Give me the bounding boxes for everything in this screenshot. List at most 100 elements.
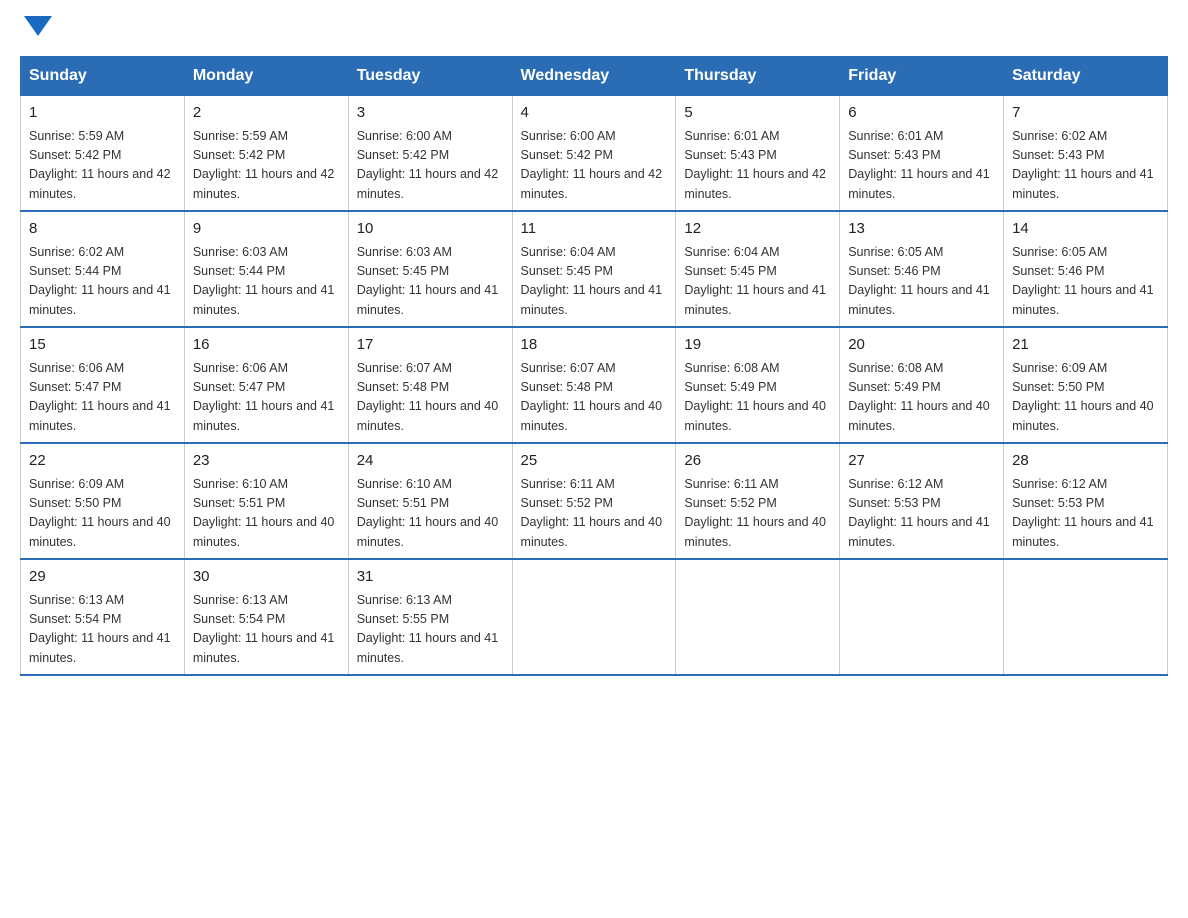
day-cell: 29Sunrise: 6:13 AMSunset: 5:54 PMDayligh…: [21, 559, 185, 675]
day-cell: 19Sunrise: 6:08 AMSunset: 5:49 PMDayligh…: [676, 327, 840, 443]
day-number: 7: [1012, 102, 1159, 125]
day-info: Sunrise: 6:13 AMSunset: 5:54 PMDaylight:…: [29, 591, 176, 669]
day-info: Sunrise: 6:12 AMSunset: 5:53 PMDaylight:…: [848, 475, 995, 553]
day-cell: 25Sunrise: 6:11 AMSunset: 5:52 PMDayligh…: [512, 443, 676, 559]
logo-triangle-icon: [24, 16, 52, 36]
day-info: Sunrise: 6:01 AMSunset: 5:43 PMDaylight:…: [684, 127, 831, 205]
day-info: Sunrise: 6:07 AMSunset: 5:48 PMDaylight:…: [357, 359, 504, 437]
day-cell: 27Sunrise: 6:12 AMSunset: 5:53 PMDayligh…: [840, 443, 1004, 559]
day-cell: 16Sunrise: 6:06 AMSunset: 5:47 PMDayligh…: [184, 327, 348, 443]
header-monday: Monday: [184, 57, 348, 96]
day-number: 16: [193, 334, 340, 357]
day-cell: [1004, 559, 1168, 675]
day-cell: 4Sunrise: 6:00 AMSunset: 5:42 PMDaylight…: [512, 96, 676, 212]
day-info: Sunrise: 6:06 AMSunset: 5:47 PMDaylight:…: [193, 359, 340, 437]
day-number: 23: [193, 450, 340, 473]
day-info: Sunrise: 5:59 AMSunset: 5:42 PMDaylight:…: [193, 127, 340, 205]
day-info: Sunrise: 6:09 AMSunset: 5:50 PMDaylight:…: [1012, 359, 1159, 437]
header-friday: Friday: [840, 57, 1004, 96]
day-cell: 6Sunrise: 6:01 AMSunset: 5:43 PMDaylight…: [840, 96, 1004, 212]
day-info: Sunrise: 6:08 AMSunset: 5:49 PMDaylight:…: [848, 359, 995, 437]
day-number: 31: [357, 566, 504, 589]
week-row-4: 22Sunrise: 6:09 AMSunset: 5:50 PMDayligh…: [21, 443, 1168, 559]
day-info: Sunrise: 6:11 AMSunset: 5:52 PMDaylight:…: [684, 475, 831, 553]
day-number: 11: [521, 218, 668, 241]
day-info: Sunrise: 6:06 AMSunset: 5:47 PMDaylight:…: [29, 359, 176, 437]
day-cell: 14Sunrise: 6:05 AMSunset: 5:46 PMDayligh…: [1004, 211, 1168, 327]
day-info: Sunrise: 6:09 AMSunset: 5:50 PMDaylight:…: [29, 475, 176, 553]
calendar-table: SundayMondayTuesdayWednesdayThursdayFrid…: [20, 56, 1168, 676]
day-info: Sunrise: 6:10 AMSunset: 5:51 PMDaylight:…: [357, 475, 504, 553]
day-number: 30: [193, 566, 340, 589]
day-info: Sunrise: 6:08 AMSunset: 5:49 PMDaylight:…: [684, 359, 831, 437]
week-row-1: 1Sunrise: 5:59 AMSunset: 5:42 PMDaylight…: [21, 96, 1168, 212]
day-number: 5: [684, 102, 831, 125]
day-cell: 22Sunrise: 6:09 AMSunset: 5:50 PMDayligh…: [21, 443, 185, 559]
day-number: 15: [29, 334, 176, 357]
day-info: Sunrise: 6:02 AMSunset: 5:44 PMDaylight:…: [29, 243, 176, 321]
day-number: 24: [357, 450, 504, 473]
day-info: Sunrise: 6:13 AMSunset: 5:54 PMDaylight:…: [193, 591, 340, 669]
day-cell: [512, 559, 676, 675]
day-cell: 3Sunrise: 6:00 AMSunset: 5:42 PMDaylight…: [348, 96, 512, 212]
day-number: 10: [357, 218, 504, 241]
week-row-3: 15Sunrise: 6:06 AMSunset: 5:47 PMDayligh…: [21, 327, 1168, 443]
day-info: Sunrise: 6:02 AMSunset: 5:43 PMDaylight:…: [1012, 127, 1159, 205]
day-info: Sunrise: 6:05 AMSunset: 5:46 PMDaylight:…: [1012, 243, 1159, 321]
day-cell: 10Sunrise: 6:03 AMSunset: 5:45 PMDayligh…: [348, 211, 512, 327]
day-info: Sunrise: 6:04 AMSunset: 5:45 PMDaylight:…: [684, 243, 831, 321]
header-saturday: Saturday: [1004, 57, 1168, 96]
day-number: 21: [1012, 334, 1159, 357]
week-row-5: 29Sunrise: 6:13 AMSunset: 5:54 PMDayligh…: [21, 559, 1168, 675]
day-info: Sunrise: 6:01 AMSunset: 5:43 PMDaylight:…: [848, 127, 995, 205]
day-number: 27: [848, 450, 995, 473]
day-info: Sunrise: 6:12 AMSunset: 5:53 PMDaylight:…: [1012, 475, 1159, 553]
header-sunday: Sunday: [21, 57, 185, 96]
header-wednesday: Wednesday: [512, 57, 676, 96]
day-info: Sunrise: 6:00 AMSunset: 5:42 PMDaylight:…: [521, 127, 668, 205]
day-info: Sunrise: 6:10 AMSunset: 5:51 PMDaylight:…: [193, 475, 340, 553]
day-cell: 24Sunrise: 6:10 AMSunset: 5:51 PMDayligh…: [348, 443, 512, 559]
day-cell: 12Sunrise: 6:04 AMSunset: 5:45 PMDayligh…: [676, 211, 840, 327]
day-number: 28: [1012, 450, 1159, 473]
header-row: SundayMondayTuesdayWednesdayThursdayFrid…: [21, 57, 1168, 96]
day-number: 8: [29, 218, 176, 241]
day-cell: 28Sunrise: 6:12 AMSunset: 5:53 PMDayligh…: [1004, 443, 1168, 559]
day-cell: [840, 559, 1004, 675]
day-number: 14: [1012, 218, 1159, 241]
day-number: 13: [848, 218, 995, 241]
day-info: Sunrise: 6:13 AMSunset: 5:55 PMDaylight:…: [357, 591, 504, 669]
day-cell: 30Sunrise: 6:13 AMSunset: 5:54 PMDayligh…: [184, 559, 348, 675]
day-number: 1: [29, 102, 176, 125]
day-cell: 5Sunrise: 6:01 AMSunset: 5:43 PMDaylight…: [676, 96, 840, 212]
day-info: Sunrise: 6:11 AMSunset: 5:52 PMDaylight:…: [521, 475, 668, 553]
day-number: 4: [521, 102, 668, 125]
day-number: 18: [521, 334, 668, 357]
day-cell: 7Sunrise: 6:02 AMSunset: 5:43 PMDaylight…: [1004, 96, 1168, 212]
day-cell: 11Sunrise: 6:04 AMSunset: 5:45 PMDayligh…: [512, 211, 676, 327]
day-number: 22: [29, 450, 176, 473]
day-info: Sunrise: 6:05 AMSunset: 5:46 PMDaylight:…: [848, 243, 995, 321]
day-number: 29: [29, 566, 176, 589]
day-number: 25: [521, 450, 668, 473]
day-cell: 1Sunrise: 5:59 AMSunset: 5:42 PMDaylight…: [21, 96, 185, 212]
day-number: 9: [193, 218, 340, 241]
day-number: 3: [357, 102, 504, 125]
day-info: Sunrise: 6:04 AMSunset: 5:45 PMDaylight:…: [521, 243, 668, 321]
day-info: Sunrise: 5:59 AMSunset: 5:42 PMDaylight:…: [29, 127, 176, 205]
day-cell: 18Sunrise: 6:07 AMSunset: 5:48 PMDayligh…: [512, 327, 676, 443]
day-cell: 20Sunrise: 6:08 AMSunset: 5:49 PMDayligh…: [840, 327, 1004, 443]
day-cell: 31Sunrise: 6:13 AMSunset: 5:55 PMDayligh…: [348, 559, 512, 675]
day-info: Sunrise: 6:03 AMSunset: 5:44 PMDaylight:…: [193, 243, 340, 321]
header-tuesday: Tuesday: [348, 57, 512, 96]
day-cell: 15Sunrise: 6:06 AMSunset: 5:47 PMDayligh…: [21, 327, 185, 443]
day-number: 12: [684, 218, 831, 241]
logo: [20, 20, 52, 36]
day-cell: 9Sunrise: 6:03 AMSunset: 5:44 PMDaylight…: [184, 211, 348, 327]
day-number: 2: [193, 102, 340, 125]
day-number: 26: [684, 450, 831, 473]
day-cell: 23Sunrise: 6:10 AMSunset: 5:51 PMDayligh…: [184, 443, 348, 559]
day-info: Sunrise: 6:00 AMSunset: 5:42 PMDaylight:…: [357, 127, 504, 205]
week-row-2: 8Sunrise: 6:02 AMSunset: 5:44 PMDaylight…: [21, 211, 1168, 327]
header-thursday: Thursday: [676, 57, 840, 96]
